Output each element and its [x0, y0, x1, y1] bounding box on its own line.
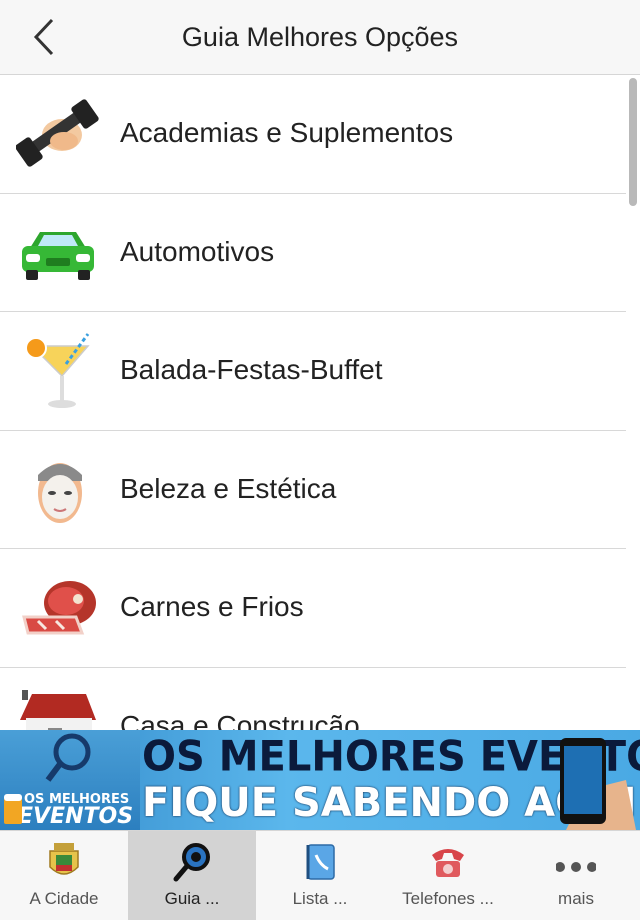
- phone-in-hand-icon: [560, 738, 636, 830]
- banner-badge: OS MELHORES EVENTOS: [0, 730, 140, 830]
- page-title: Guia Melhores Opções: [181, 22, 459, 52]
- list-item-label: Casa e Construção: [120, 709, 360, 731]
- list-item-carnes[interactable]: Carnes e Frios: [0, 549, 626, 668]
- tab-lista[interactable]: Lista ...: [256, 831, 384, 920]
- list-item-automotivos[interactable]: Automotivos: [0, 194, 626, 312]
- tab-mais[interactable]: mais: [512, 831, 640, 920]
- list-item-label: Carnes e Frios: [120, 591, 304, 622]
- list-item-academias[interactable]: Academias e Suplementos: [0, 75, 626, 194]
- tab-guia[interactable]: Guia ...: [128, 831, 256, 920]
- meat-icon: [22, 581, 96, 635]
- dumbbell-icon: [16, 99, 99, 167]
- more-icon: [556, 862, 596, 872]
- nav-header: Guia Melhores Opções: [0, 0, 640, 75]
- category-list[interactable]: Academias e Suplementos Automotivos Bala…: [0, 75, 626, 730]
- tab-label: Guia ...: [164, 889, 220, 908]
- tab-label: Telefones ...: [402, 889, 494, 908]
- list-item-label: Beleza e Estética: [120, 472, 337, 504]
- events-banner[interactable]: OS MELHORES EVENTOS OS MELHORES EVENTOS …: [0, 730, 640, 830]
- list-item-label: Automotivos: [120, 235, 275, 267]
- telephone-icon: [432, 849, 464, 877]
- beer-icon: [4, 794, 22, 824]
- tab-label: A Cidade: [29, 889, 99, 908]
- list-item-balada[interactable]: Balada-Festas-Buffet: [0, 312, 626, 431]
- banner-subheadline: FIQUE SABENDO AQUI: [142, 780, 637, 826]
- banner-headline: OS MELHORES EVENTOS: [142, 732, 640, 782]
- list-item-beleza[interactable]: Beleza e Estética: [0, 431, 626, 549]
- magnifier-logo-icon: [45, 733, 91, 782]
- contacts-book-icon: [306, 844, 335, 880]
- tab-a-cidade[interactable]: A Cidade: [0, 831, 128, 920]
- list-item-label: Balada-Festas-Buffet: [120, 354, 383, 385]
- list-item-casa[interactable]: Casa e Construção: [0, 668, 626, 731]
- magnifier-icon: [173, 843, 210, 882]
- city-crest-icon: [49, 843, 79, 875]
- tab-label: Lista ...: [292, 889, 348, 908]
- list-item-label: Academias e Suplementos: [120, 117, 454, 148]
- car-icon: [22, 231, 94, 280]
- face-mask-icon: [38, 462, 82, 523]
- scrollbar[interactable]: [629, 78, 637, 206]
- tab-label: mais: [558, 889, 594, 908]
- tab-telefones[interactable]: Telefones ...: [384, 831, 512, 920]
- cocktail-icon: [25, 333, 90, 408]
- tab-bar: A Cidade Guia ... Lista ... Telefones ..…: [0, 830, 640, 920]
- banner-badge-big: EVENTOS: [18, 804, 134, 829]
- house-icon: [20, 689, 96, 730]
- app-screen: Guia Melhores Opções Academias e Supleme…: [0, 0, 640, 920]
